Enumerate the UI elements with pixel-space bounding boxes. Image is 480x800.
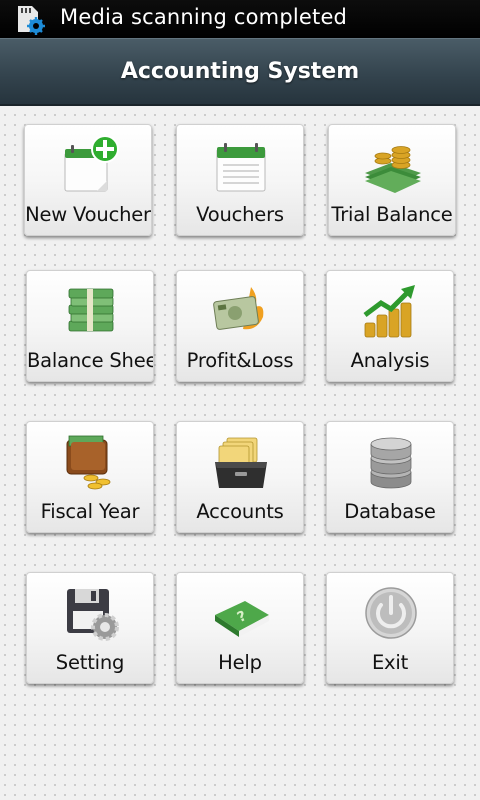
setting-icon <box>67 589 119 641</box>
balance-sheet-label: Balance Sheet <box>27 349 154 372</box>
sd-card-settings-icon <box>18 6 45 35</box>
trial-balance-label: Trial Balance <box>331 203 453 226</box>
trial-balance-icon <box>365 146 421 193</box>
notification-text: Media scanning completed <box>60 5 348 29</box>
database-icon <box>370 437 412 489</box>
status-bar: Media scanning completed <box>0 0 480 38</box>
help-label: Help <box>218 651 262 674</box>
vouchers-button[interactable]: Vouchers <box>176 124 304 236</box>
database-label: Database <box>344 500 436 523</box>
setting-label: Setting <box>55 651 125 674</box>
exit-icon <box>365 587 417 639</box>
profit-loss-label: Profit&Loss <box>186 349 294 372</box>
accounts-icon <box>215 437 267 488</box>
new-voucher-label: New Voucher <box>25 203 151 226</box>
app-title-bar: Accounting System <box>0 38 480 106</box>
database-button[interactable]: Database <box>326 421 454 533</box>
analysis-label: Analysis <box>350 349 430 372</box>
help-icon: ? <box>215 601 269 637</box>
accounts-button[interactable]: Accounts <box>176 421 304 533</box>
fiscal-year-label: Fiscal Year <box>40 500 140 523</box>
fiscal-year-button[interactable]: Fiscal Year <box>26 421 154 533</box>
profit-loss-button[interactable]: Profit&Loss <box>176 270 304 382</box>
analysis-icon <box>363 285 415 338</box>
new-voucher-button[interactable]: New Voucher <box>24 124 152 236</box>
vouchers-label: Vouchers <box>196 203 284 226</box>
vouchers-icon <box>216 143 266 192</box>
new-voucher-icon <box>64 135 119 192</box>
help-button[interactable]: ? Help <box>176 572 304 684</box>
balance-sheet-button[interactable]: Balance Sheet <box>26 270 154 382</box>
balance-sheet-icon <box>68 288 114 332</box>
app-title: Accounting System <box>120 59 360 84</box>
fiscal-year-icon <box>66 435 111 490</box>
setting-button[interactable]: Setting <box>26 572 154 684</box>
exit-button[interactable]: Exit <box>326 572 454 684</box>
analysis-button[interactable]: Analysis <box>326 270 454 382</box>
accounts-label: Accounts <box>196 500 284 523</box>
profit-loss-icon <box>213 287 264 330</box>
exit-label: Exit <box>371 651 409 674</box>
trial-balance-button[interactable]: Trial Balance <box>328 124 456 236</box>
